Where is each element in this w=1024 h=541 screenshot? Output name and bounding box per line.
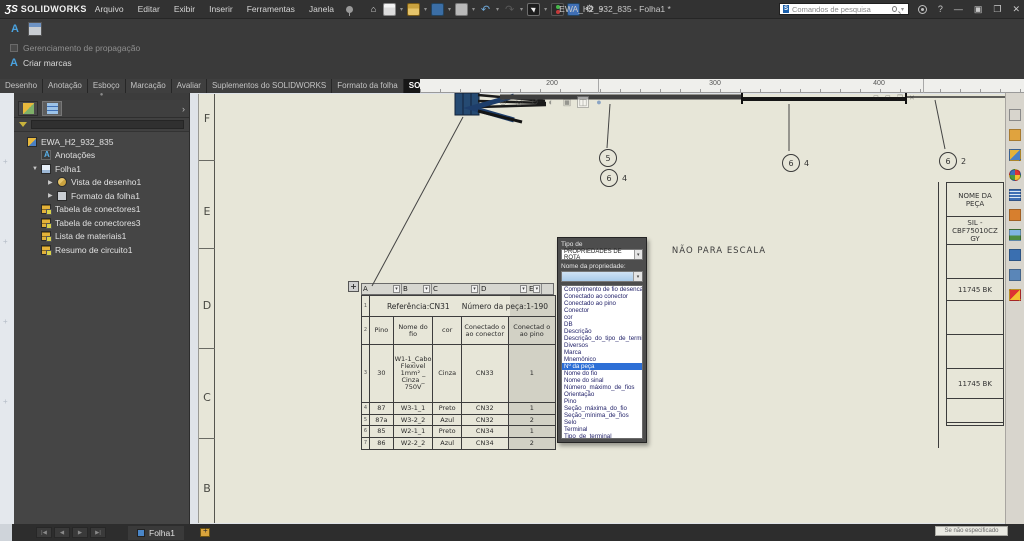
sheet-tab[interactable]: Folha1 xyxy=(128,525,184,540)
prev-sheet-icon[interactable]: ◀ xyxy=(54,527,70,538)
sheet-tab-icon xyxy=(137,528,145,537)
create-marks-icon: A xyxy=(10,57,18,69)
title-bar: ƷS SOLIDWORKS Arquivo Editar Exibir Inserir… xyxy=(0,0,1024,18)
horizontal-ruler: 200 300 400 xyxy=(420,79,1024,93)
cable-drawing xyxy=(371,93,1008,287)
status-bar: |◀ ◀ ▶ ▶| Folha1 Se não especificado xyxy=(0,524,1024,541)
ruler-divider xyxy=(923,79,924,93)
ruler-divider xyxy=(598,79,599,93)
undo-icon[interactable]: ↶ xyxy=(479,3,492,16)
menu-item[interactable]: Exibir xyxy=(174,4,195,14)
caret-icon: ▾ xyxy=(520,6,524,13)
ribbon-tab[interactable]: Suplementos do SOLIDWORKS xyxy=(206,79,333,93)
design-library-icon[interactable] xyxy=(1009,149,1021,161)
window-controls: ? — ▣ ❐ ✕ xyxy=(917,0,1020,18)
login-user-icon[interactable] xyxy=(917,4,927,14)
menu-item[interactable]: Inserir xyxy=(209,4,233,14)
caret-icon: ▾ xyxy=(496,6,500,13)
electrical-power-icon[interactable] xyxy=(1009,289,1021,301)
marks-a-icon[interactable]: A xyxy=(8,22,22,36)
appearances-icon[interactable] xyxy=(1009,169,1021,181)
caret-icon: ▾ xyxy=(399,6,403,13)
search-box[interactable]: S ▾ xyxy=(779,3,909,15)
document-title: EWA_H2_932_835 - Folha1 * xyxy=(559,4,671,14)
checkbox-icon[interactable] xyxy=(10,44,18,52)
ruler-label: 200 xyxy=(546,80,558,87)
maximize-icon[interactable]: ▣ xyxy=(974,4,983,15)
propagation-management-toggle[interactable]: Gerenciamento de propagação xyxy=(10,43,140,53)
tools-icon[interactable] xyxy=(1009,209,1021,221)
new-file-icon[interactable] xyxy=(382,2,396,16)
last-sheet-icon[interactable]: ▶| xyxy=(90,527,106,538)
rotate-view-icon[interactable]: ↺ xyxy=(529,96,541,108)
solidworks-logo: ƷS SOLIDWORKS xyxy=(5,3,87,15)
redo-icon[interactable]: ↷ xyxy=(503,3,516,16)
search-icon[interactable] xyxy=(891,6,897,12)
appearance-icon[interactable]: ● xyxy=(593,96,605,108)
heads-up-view-toolbar: ⊕ ◎ ↺ ◐ ▣ ◫ ● xyxy=(497,96,605,108)
status-message: Se não especificado xyxy=(935,526,1008,536)
pin-menubar-icon[interactable] xyxy=(345,5,353,16)
command-manager-tabs: Desenho Anotação Esboço Marcação Avaliar Supl… xyxy=(0,79,542,93)
custom-properties-icon[interactable] xyxy=(1009,189,1021,201)
doc-cascade-icon[interactable]: ❐ xyxy=(897,94,903,102)
sheet-tab-label: Folha1 xyxy=(149,527,175,538)
open-file-icon[interactable] xyxy=(406,2,420,16)
caret-icon: ▾ xyxy=(423,6,427,13)
add-sheet-icon[interactable] xyxy=(200,526,210,537)
forum-icon[interactable] xyxy=(1009,269,1021,281)
search-input[interactable] xyxy=(791,4,889,14)
document-window-controls: ⊡ ⊟ ❐ ✕ xyxy=(873,94,915,102)
ruler-label: 400 xyxy=(873,80,885,87)
minimize-icon[interactable]: — xyxy=(954,4,963,14)
ribbon-tab[interactable]: Anotação xyxy=(43,79,88,93)
caret-icon: ▾ xyxy=(448,6,452,13)
caret-icon: ▾ xyxy=(472,6,476,13)
menu-bar: Arquivo Editar Exibir Inserir Ferramentas Jan… xyxy=(95,4,334,14)
next-sheet-icon[interactable]: ▶ xyxy=(72,527,88,538)
window-tool-icon[interactable] xyxy=(28,22,42,36)
cascade-windows-icon[interactable]: ❐ xyxy=(993,4,1001,15)
statusbar-corner xyxy=(0,524,12,541)
file-explorer-icon[interactable] xyxy=(1009,129,1021,141)
doc-minimize-icon[interactable]: ⊡ xyxy=(873,94,879,102)
save-icon[interactable] xyxy=(431,2,444,16)
zoom-area-icon[interactable]: ◎ xyxy=(513,96,525,108)
view-orientation-icon[interactable]: ▣ xyxy=(561,96,573,108)
ribbon-tab[interactable]: Esboço xyxy=(87,79,126,93)
menu-item[interactable]: Editar xyxy=(138,4,160,14)
help-icon[interactable]: ? xyxy=(938,4,943,14)
ribbon-tab[interactable]: Avaliar xyxy=(171,79,207,93)
ruler-label: 300 xyxy=(709,80,721,87)
caret-icon[interactable]: ▾ xyxy=(901,6,904,13)
view-cube-icon[interactable] xyxy=(1009,109,1021,121)
ribbon-tab[interactable]: Formato da folha xyxy=(332,79,404,93)
sheet-navigation: |◀ ◀ ▶ ▶| xyxy=(36,527,106,538)
pan-icon[interactable]: ◐ xyxy=(545,96,557,108)
menu-item[interactable]: Arquivo xyxy=(95,4,124,14)
doc-restore-icon[interactable]: ⊟ xyxy=(885,94,891,102)
menu-item[interactable]: Ferramentas xyxy=(247,4,295,14)
ribbon-tab[interactable]: Marcação xyxy=(125,79,172,93)
search-brand-icon: S xyxy=(783,5,789,13)
resources-home-icon[interactable] xyxy=(1009,249,1021,261)
print-icon[interactable] xyxy=(455,2,469,16)
command-manager-ribbon: A Gerenciamento de propagação A Criar ma… xyxy=(0,18,1024,79)
view-palette-icon[interactable] xyxy=(1009,229,1021,241)
propagation-management-label: Gerenciamento de propagação xyxy=(23,43,141,53)
ribbon-icon-row: A xyxy=(8,22,42,36)
home-icon[interactable]: ⌂ xyxy=(367,3,380,16)
task-pane xyxy=(1005,93,1024,524)
doc-close-icon[interactable]: ✕ xyxy=(909,94,915,102)
section-view-icon[interactable]: ◫ xyxy=(577,96,589,108)
ribbon-tab[interactable]: Desenho xyxy=(0,79,44,93)
menu-item[interactable]: Janela xyxy=(309,4,334,14)
zoom-fit-icon[interactable]: ⊕ xyxy=(497,96,509,108)
create-marks-button[interactable]: A Criar marcas xyxy=(10,57,72,69)
create-marks-label: Criar marcas xyxy=(22,58,72,68)
graphics-area: + + + + ● › EWA_H2_932_835 A Anotações ▼… xyxy=(0,92,1024,524)
first-sheet-icon[interactable]: |◀ xyxy=(36,527,52,538)
close-icon[interactable]: ✕ xyxy=(1012,4,1020,15)
